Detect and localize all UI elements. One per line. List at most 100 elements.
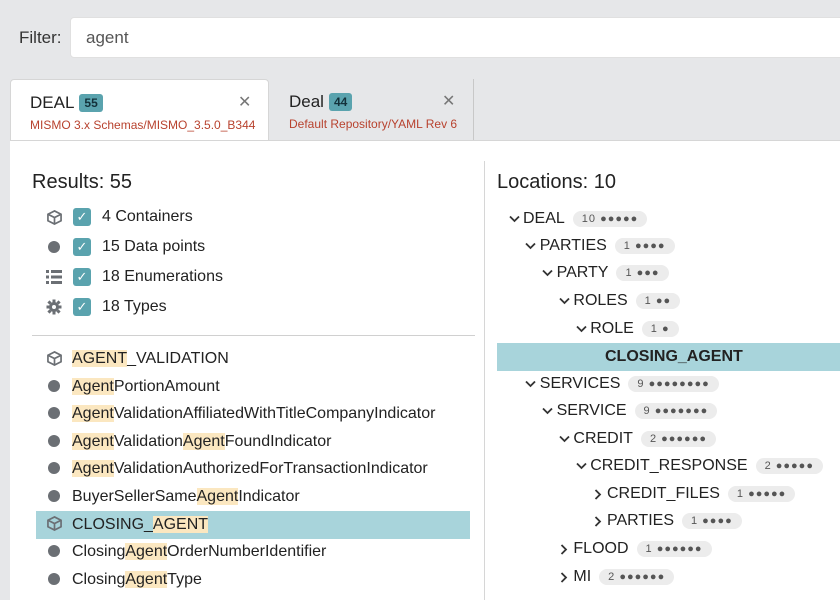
chevron-down-icon[interactable] (541, 266, 555, 280)
match-highlight: Agent (72, 432, 114, 450)
match-highlight: Agent (182, 432, 225, 450)
tab-subtitle: MISMO 3.x Schemas/MISMO_3.5.0_B344 (30, 118, 256, 132)
tree-node-selected[interactable]: CLOSING_AGENT (497, 343, 840, 371)
count-pill: 1 ●● (635, 293, 681, 309)
tree-node[interactable]: PARTIES 1 ●●●● (591, 508, 742, 534)
result-item-label: AgentPortionAmount (72, 377, 220, 395)
filter-input[interactable] (70, 17, 840, 58)
category-checkbox[interactable]: ✓ (73, 268, 91, 286)
result-item[interactable]: AgentPortionAmount (36, 373, 470, 401)
chevron-down-icon[interactable] (524, 377, 538, 391)
chevron-down-icon[interactable] (524, 239, 538, 253)
result-item-label: AgentValidationAffiliatedWithTitleCompan… (72, 405, 436, 423)
match-highlight: AGENT (72, 350, 128, 367)
count-pill: 10 ●●●●● (572, 211, 648, 227)
category-checkbox[interactable]: ✓ (73, 238, 91, 256)
locations-header: Locations: 10 (497, 171, 616, 193)
tab-subtitle: Default Repository/YAML Rev 6 (289, 117, 458, 131)
tree-node[interactable]: CREDIT_RESPONSE 2 ●●●●● (574, 453, 823, 479)
chevron-right-icon[interactable] (557, 542, 571, 556)
tree-node[interactable]: FLOOD 1 ●●●●●● (557, 536, 712, 562)
tree-node-label: DEAL (523, 210, 565, 227)
match-highlight: AGENT (152, 515, 209, 533)
tab-deal-yaml[interactable]: Deal 44 ✕ Default Repository/YAML Rev 6 (270, 79, 474, 140)
results-divider (32, 335, 475, 336)
match-highlight: Agent (125, 543, 168, 561)
close-icon[interactable]: ✕ (238, 92, 251, 112)
tab-count-badge: 44 (328, 93, 353, 111)
filter-label: Filter: (19, 28, 62, 47)
tree-node-label: CREDIT_RESPONSE (590, 457, 748, 474)
match-highlight: Agent (72, 405, 114, 423)
result-item[interactable]: ClosingAgentOrderNumberIdentifier (36, 538, 470, 566)
result-item-label: ClosingAgentOrderNumberIdentifier (72, 543, 327, 561)
tree-node[interactable]: ROLES 1 ●● (557, 288, 681, 314)
chevron-right-icon[interactable] (591, 514, 605, 528)
category-label: 18 Types (102, 298, 167, 315)
results-header: Results: 55 (32, 171, 133, 193)
tree-node[interactable]: PARTIES 1 ●●●● (524, 233, 675, 259)
chevron-right-icon[interactable] (591, 487, 605, 501)
category-filter-row[interactable]: ✓ 4 Containers (44, 204, 193, 230)
category-filter-row[interactable]: ✓ 18 Enumerations (44, 264, 223, 290)
tree-node[interactable]: CREDIT 2 ●●●●●● (557, 426, 716, 452)
tree-node[interactable]: SERVICE 9 ●●●●●●● (541, 398, 718, 424)
result-item-label: AgentValidationAuthorizedForTransactionI… (72, 460, 428, 478)
tree-node-label: ROLE (590, 320, 634, 337)
match-highlight: Agent (72, 460, 114, 478)
result-item[interactable]: CLOSING_AGENT (36, 510, 470, 539)
result-item[interactable]: AgentValidationAffiliatedWithTitleCompan… (36, 400, 470, 428)
chevron-down-icon[interactable] (507, 212, 521, 226)
tab-count-badge: 55 (79, 94, 103, 112)
chevron-down-icon[interactable] (541, 404, 555, 418)
tab-title: DEAL (30, 93, 75, 112)
result-item[interactable]: BuyerSellerSameAgentIndicator (36, 483, 470, 511)
result-item-label: AGENT_VALIDATION (72, 350, 229, 367)
dot-icon (44, 237, 64, 257)
tree-node-label: FLOOD (573, 540, 629, 557)
chevron-down-icon[interactable] (557, 294, 571, 308)
tree-node-label: PARTIES (607, 512, 674, 529)
tree-node[interactable]: DEAL 10 ●●●●● (507, 206, 648, 232)
tab-deal-mismo[interactable]: DEAL 55 ✕ MISMO 3.x Schemas/MISMO_3.5.0_B… (10, 79, 269, 140)
filter-bar: Filter: (0, 0, 840, 78)
count-pill: 9 ●●●●●●●● (628, 376, 719, 392)
tree-node-label: CREDIT (573, 430, 633, 447)
category-checkbox[interactable]: ✓ (73, 208, 91, 226)
category-filter-row[interactable]: ✓ 18 Types (44, 294, 167, 320)
result-item-label: ClosingAgentType (72, 570, 202, 588)
tree-node[interactable]: ROLE 1 ● (574, 316, 679, 342)
tree-node[interactable]: PARTY 1 ●●● (541, 260, 669, 286)
tree-node-label: ROLES (573, 292, 628, 309)
result-item[interactable]: AGENT_VALIDATION (36, 345, 470, 373)
category-label: 15 Data points (102, 238, 206, 255)
tree-node[interactable]: CREDIT_FILES 1 ●●●●● (591, 481, 796, 507)
tree-node[interactable]: MI 2 ●●●●●● (557, 564, 675, 590)
dot-icon (46, 571, 62, 587)
count-pill: 1 ●●●● (681, 513, 742, 529)
close-icon[interactable]: ✕ (442, 91, 455, 111)
dot-icon (46, 405, 62, 421)
tree-node[interactable]: SERVICES 9 ●●●●●●●● (524, 371, 719, 397)
chevron-right-icon[interactable] (557, 570, 571, 584)
dot-icon (46, 460, 62, 476)
count-pill: 1 ●●●●● (727, 486, 796, 502)
count-pill: 1 ●●● (616, 265, 669, 281)
count-pill: 1 ● (641, 321, 679, 337)
result-item[interactable]: AgentValidationAuthorizedForTransactionI… (36, 455, 470, 483)
tree-node-label: CREDIT_FILES (607, 485, 720, 502)
tab-title: Deal (289, 92, 324, 111)
result-item[interactable]: AgentValidationAgentFoundIndicator (36, 428, 470, 456)
dot-icon (46, 378, 62, 394)
tree-node-label: SERVICES (539, 375, 621, 392)
chevron-down-icon[interactable] (557, 432, 571, 446)
chevron-down-icon[interactable] (574, 459, 588, 473)
result-item[interactable]: ClosingAgentType (36, 566, 470, 594)
category-checkbox[interactable]: ✓ (73, 298, 91, 316)
cube-icon (46, 350, 62, 366)
count-pill: 2 ●●●●● (755, 458, 823, 474)
gear-icon (44, 297, 64, 317)
result-item-label: CLOSING_AGENT (72, 515, 209, 533)
chevron-down-icon[interactable] (574, 322, 588, 336)
category-filter-row[interactable]: ✓ 15 Data points (44, 234, 205, 260)
